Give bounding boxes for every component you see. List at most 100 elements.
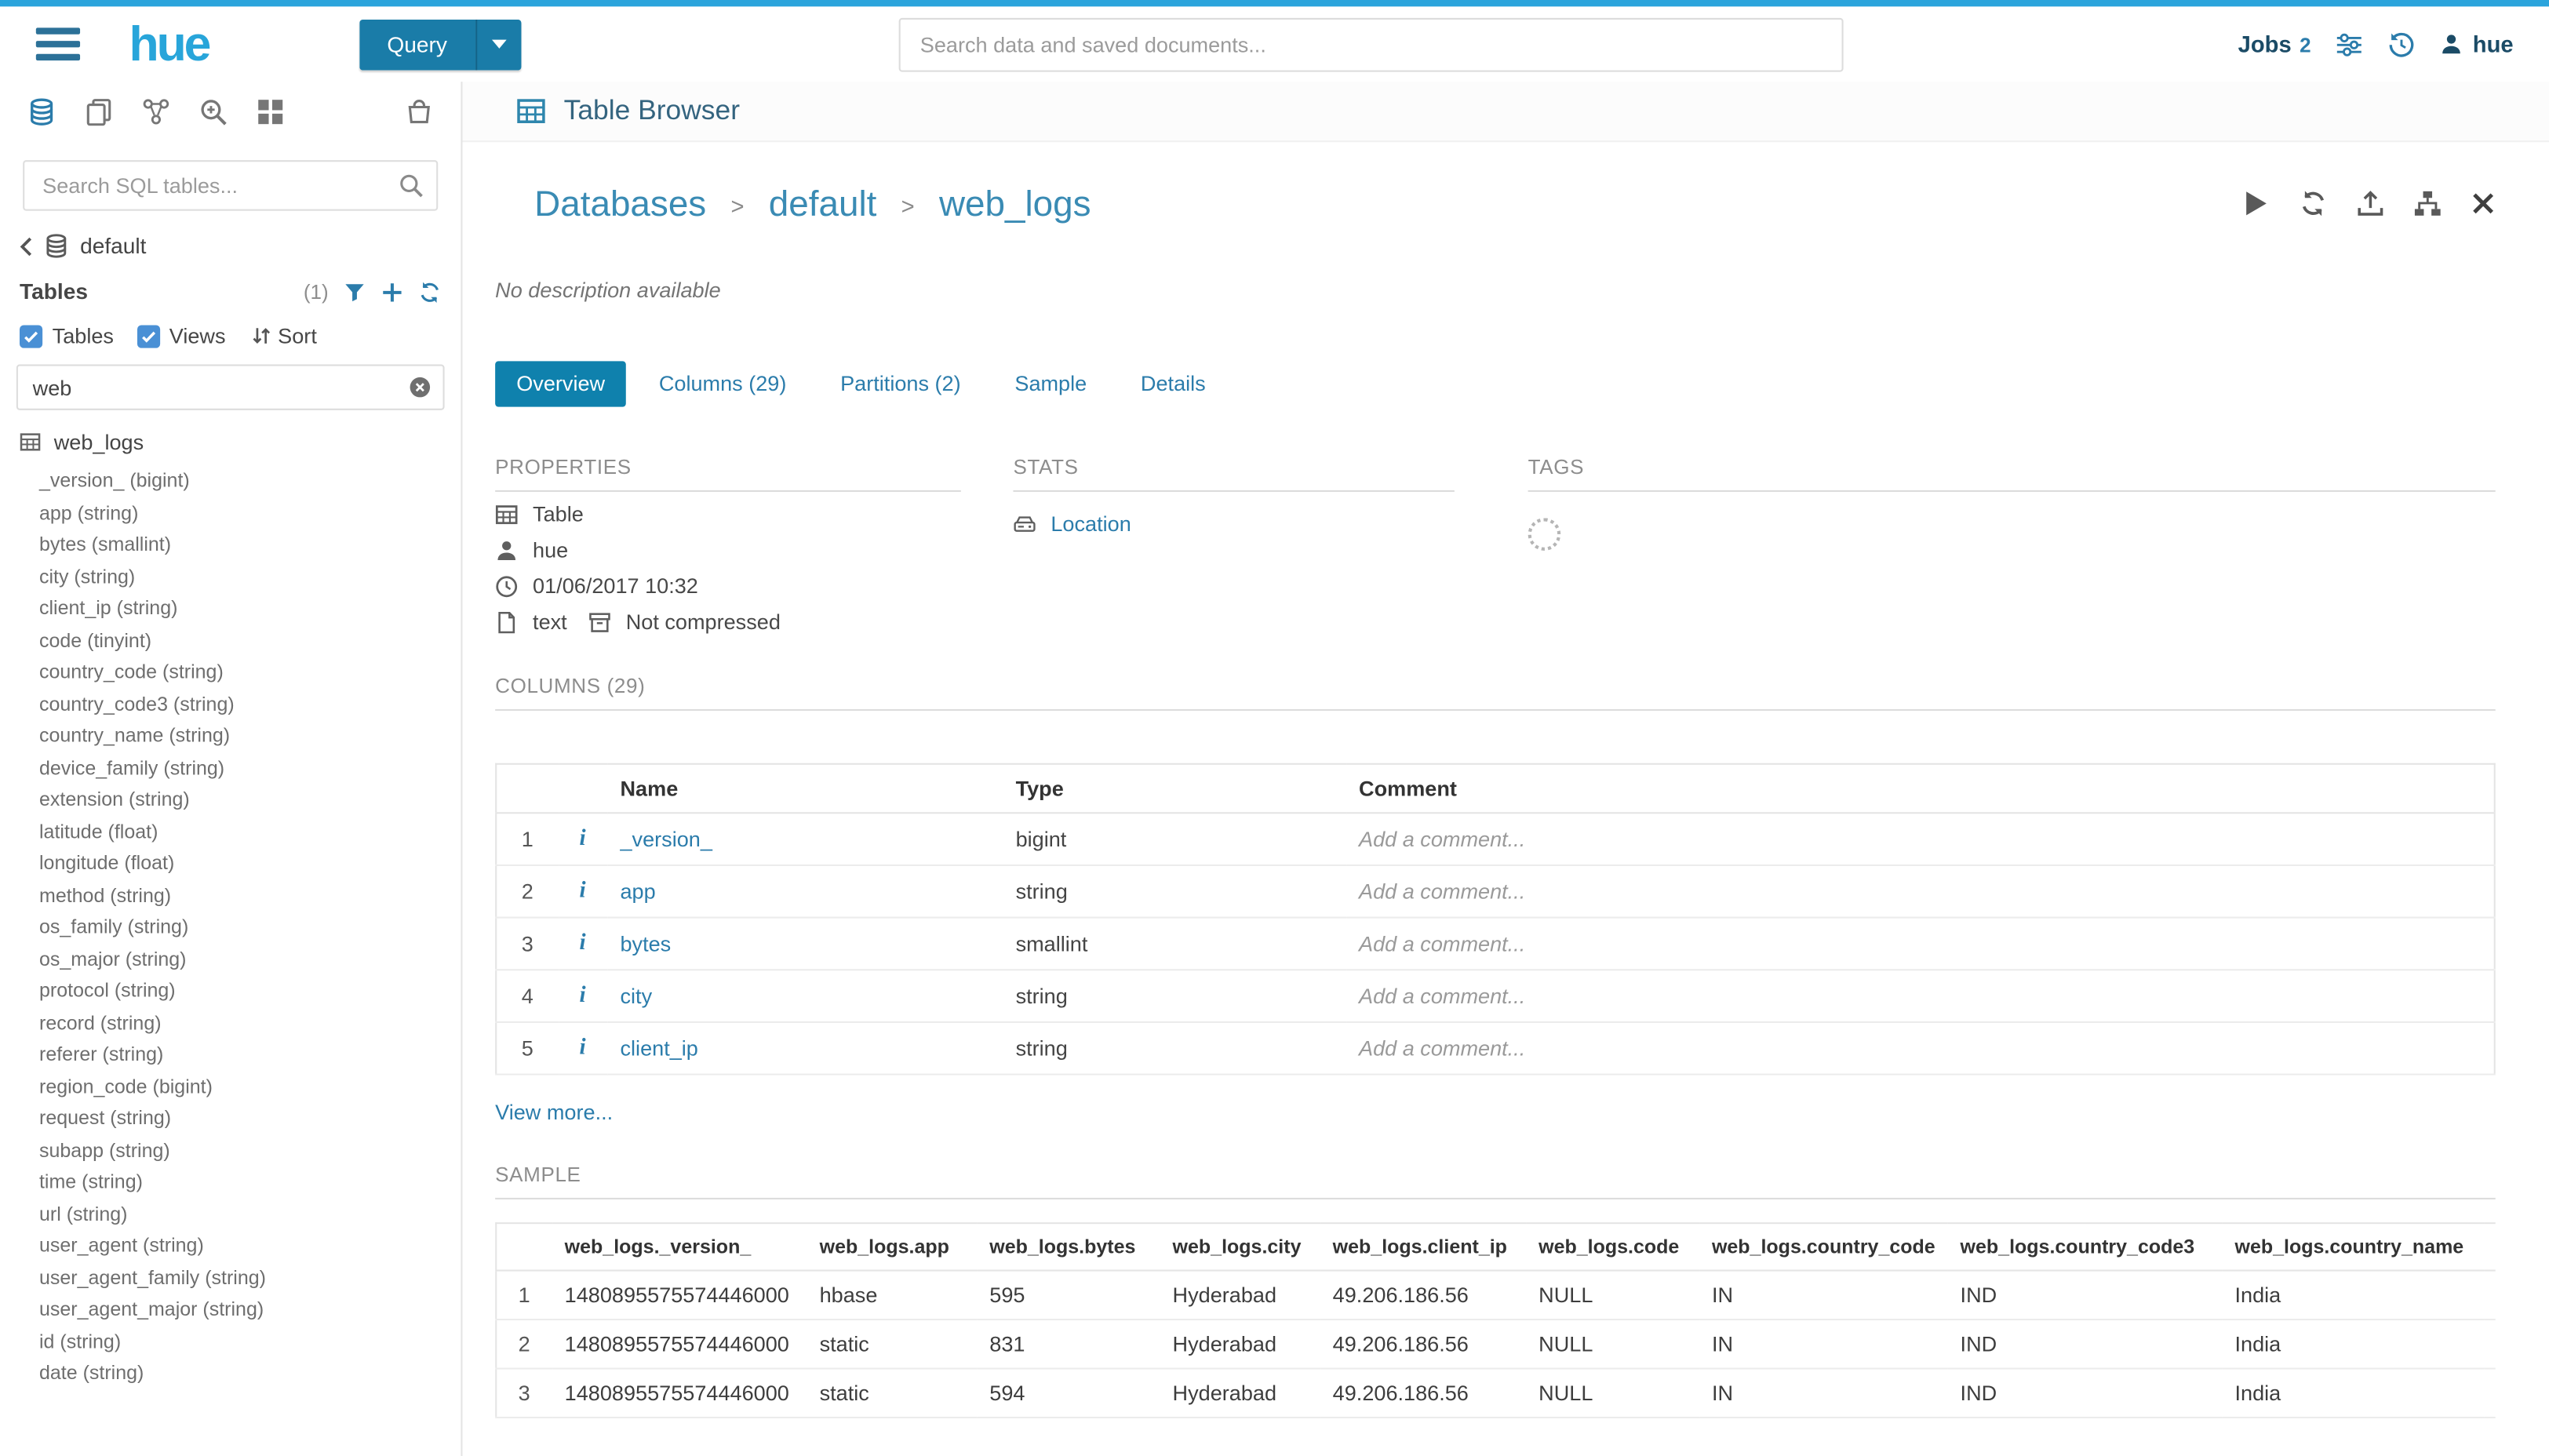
- info-icon[interactable]: i: [580, 828, 586, 852]
- sidebar-column-item[interactable]: client_ip (string): [39, 593, 461, 625]
- sidebar-column-item[interactable]: longitude (float): [39, 848, 461, 880]
- breadcrumb-item[interactable]: default: [769, 177, 877, 231]
- query-button[interactable]: Query: [359, 19, 521, 70]
- column-comment[interactable]: Add a comment...: [1346, 918, 2494, 970]
- sidebar-column-item[interactable]: referer (string): [39, 1039, 461, 1072]
- info-icon[interactable]: i: [580, 932, 586, 956]
- column-name-link[interactable]: bytes: [620, 932, 671, 956]
- sample-cell: Hyderabad: [1160, 1271, 1320, 1320]
- close-icon[interactable]: [2471, 191, 2495, 216]
- table-description[interactable]: No description available: [495, 278, 2496, 302]
- sidebar-column-item[interactable]: url (string): [39, 1199, 461, 1231]
- global-search-input[interactable]: [899, 17, 1844, 71]
- columns-header-name: Name: [607, 764, 1003, 813]
- tab-overview[interactable]: Overview: [495, 361, 626, 407]
- import-upload-icon[interactable]: [2357, 190, 2384, 217]
- breadcrumb-item[interactable]: web_logs: [939, 177, 1091, 231]
- tables-checkbox[interactable]: [20, 324, 42, 347]
- query-play-icon[interactable]: [2242, 190, 2270, 217]
- filter-funnel-icon[interactable]: [343, 280, 366, 303]
- sidebar-column-item[interactable]: method (string): [39, 880, 461, 912]
- search-icon[interactable]: [399, 173, 423, 198]
- assist-search-zoom-icon[interactable]: [199, 98, 227, 126]
- sidebar-column-item[interactable]: app (string): [39, 497, 461, 530]
- breadcrumb-item[interactable]: Databases: [534, 177, 706, 231]
- sample-cell: 49.206.186.56: [1320, 1320, 1525, 1369]
- sidebar-column-item[interactable]: user_agent_major (string): [39, 1294, 461, 1327]
- query-dropdown-caret[interactable]: [475, 19, 520, 70]
- clear-filter-icon[interactable]: [409, 376, 432, 399]
- refresh-table-icon[interactable]: [2300, 190, 2327, 217]
- assist-documents-icon[interactable]: [85, 98, 112, 126]
- sample-cell: IND: [1947, 1271, 2222, 1320]
- sidebar-column-item[interactable]: request (string): [39, 1103, 461, 1135]
- lineage-sitemap-icon[interactable]: [2414, 190, 2442, 217]
- columns-table-row: 3ibytessmallintAdd a comment...: [496, 918, 2495, 970]
- sidebar-column-item[interactable]: extension (string): [39, 784, 461, 817]
- sidebar-column-item[interactable]: city (string): [39, 562, 461, 594]
- info-icon[interactable]: i: [580, 985, 586, 1009]
- tab-sample[interactable]: Sample: [993, 361, 1108, 407]
- file-icon: [495, 612, 518, 635]
- column-name-link[interactable]: client_ip: [620, 1036, 697, 1061]
- sidebar-column-item[interactable]: user_agent (string): [39, 1230, 461, 1262]
- current-database[interactable]: default: [80, 234, 146, 258]
- assist-refresh-icon[interactable]: [418, 280, 441, 303]
- sql-tables-search-input[interactable]: [23, 160, 438, 211]
- hamburger-menu-icon[interactable]: [36, 28, 80, 60]
- sidebar-column-item[interactable]: time (string): [39, 1167, 461, 1199]
- column-name-link[interactable]: city: [620, 985, 652, 1009]
- column-name-link[interactable]: app: [620, 879, 655, 904]
- history-icon[interactable]: [2387, 31, 2415, 58]
- table-filter-input[interactable]: [16, 365, 445, 410]
- views-checkbox[interactable]: [137, 324, 159, 347]
- column-name-link[interactable]: _version_: [620, 828, 712, 852]
- sidebar-column-item[interactable]: device_family (string): [39, 752, 461, 784]
- tab-columns-29[interactable]: Columns (29): [638, 361, 808, 407]
- sidebar-column-item[interactable]: bytes (smallint): [39, 530, 461, 562]
- sidebar-column-item[interactable]: country_name (string): [39, 721, 461, 753]
- row-number: 3: [496, 1369, 552, 1418]
- sample-column-header: web_logs.code: [1525, 1224, 1699, 1271]
- info-icon[interactable]: i: [580, 1036, 586, 1061]
- view-more-link[interactable]: View more...: [495, 1100, 613, 1124]
- sliders-icon[interactable]: [2336, 31, 2363, 58]
- sidebar-column-item[interactable]: country_code3 (string): [39, 689, 461, 721]
- sidebar-column-item[interactable]: protocol (string): [39, 976, 461, 1008]
- sidebar-column-item[interactable]: country_code (string): [39, 657, 461, 689]
- sidebar-column-item[interactable]: os_major (string): [39, 944, 461, 976]
- sort-control[interactable]: Sort: [252, 323, 317, 348]
- assist-sql-database-icon[interactable]: [27, 98, 55, 126]
- back-chevron-icon[interactable]: [20, 236, 33, 256]
- sidebar-table-item[interactable]: web_logs: [0, 410, 461, 454]
- column-comment[interactable]: Add a comment...: [1346, 970, 2494, 1023]
- user-menu[interactable]: hue: [2440, 31, 2514, 57]
- sidebar-column-item[interactable]: code (tinyint): [39, 625, 461, 657]
- tab-details[interactable]: Details: [1120, 361, 1227, 407]
- stats-heading: STATS: [1013, 457, 1454, 493]
- sidebar-column-item[interactable]: record (string): [39, 1007, 461, 1039]
- sidebar-column-item[interactable]: subapp (string): [39, 1135, 461, 1167]
- assist-collections-icon[interactable]: [142, 98, 169, 126]
- sidebar-column-item[interactable]: latitude (float): [39, 816, 461, 848]
- handbag-icon[interactable]: [406, 98, 433, 126]
- assist-apps-grid-icon[interactable]: [257, 98, 284, 126]
- location-link[interactable]: Location: [1051, 512, 1131, 538]
- jobs-link[interactable]: Jobs 2: [2238, 31, 2311, 57]
- query-button-label[interactable]: Query: [359, 19, 475, 70]
- sidebar-column-item[interactable]: region_code (bigint): [39, 1071, 461, 1103]
- sidebar-column-item[interactable]: date (string): [39, 1358, 461, 1390]
- tab-bar: Overview Columns (29)Partitions (2)Sample…: [495, 361, 2496, 407]
- sidebar-column-item[interactable]: user_agent_family (string): [39, 1262, 461, 1294]
- hue-logo[interactable]: hue: [129, 22, 209, 66]
- tab-partitions-2[interactable]: Partitions (2): [819, 361, 982, 407]
- sidebar-column-item[interactable]: os_family (string): [39, 912, 461, 944]
- sidebar-column-item[interactable]: id (string): [39, 1326, 461, 1358]
- add-table-icon[interactable]: [381, 280, 403, 303]
- column-comment[interactable]: Add a comment...: [1346, 1023, 2494, 1076]
- sidebar-column-item[interactable]: _version_ (bigint): [39, 466, 461, 498]
- info-icon[interactable]: i: [580, 879, 586, 904]
- column-comment[interactable]: Add a comment...: [1346, 866, 2494, 919]
- properties-section: PROPERTIES Table hue 01/06/2017 10:32: [495, 457, 961, 636]
- column-comment[interactable]: Add a comment...: [1346, 814, 2494, 866]
